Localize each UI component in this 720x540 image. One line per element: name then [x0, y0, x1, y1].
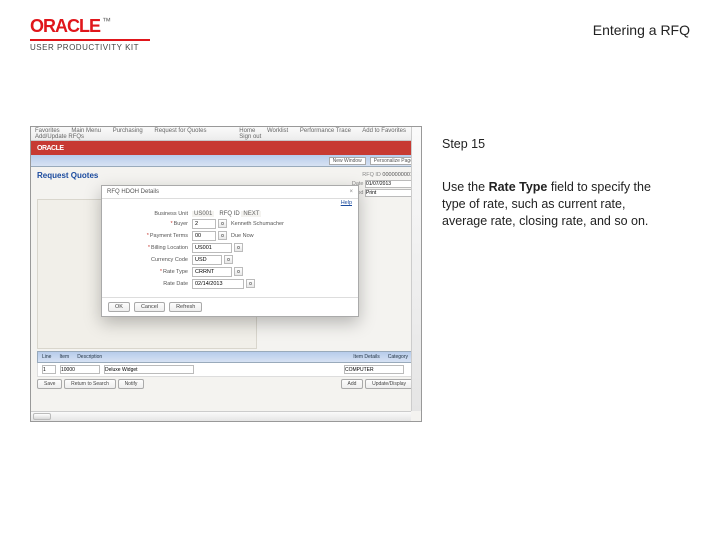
bu-label: Business Unit — [108, 211, 192, 217]
link-fav[interactable]: Add to Favorites — [362, 128, 406, 134]
pay-trail: Due Now — [231, 233, 254, 239]
grid-item-field[interactable] — [60, 365, 100, 374]
top-right-links: Home Worklist Performance Trace Add to F… — [239, 128, 417, 140]
bill-field[interactable] — [192, 243, 232, 253]
app-brand-word: ORACLE — [37, 145, 64, 152]
curr-lookup-icon[interactable] — [224, 255, 233, 264]
crumb-purchasing[interactable]: Purchasing — [113, 128, 143, 134]
ratedate-field[interactable] — [192, 279, 244, 289]
dialog-title: RFQ HDOH Details — [107, 189, 159, 195]
grid-desc-field[interactable] — [104, 365, 194, 374]
breadcrumb: Favorites Main Menu Purchasing Request f… — [35, 128, 239, 140]
app-brand-bar: ORACLE — [31, 141, 421, 155]
grid-cat-field[interactable] — [344, 365, 404, 374]
crumb-mainmenu[interactable]: Main Menu — [71, 128, 101, 134]
step-label: Step 15 — [442, 136, 672, 153]
grid-col-line: Line — [38, 354, 55, 360]
dialog-footer: OK Cancel Refresh — [102, 297, 358, 316]
help-link[interactable]: Help — [341, 200, 352, 206]
rfqid-label: RFQ ID — [219, 211, 239, 217]
crumb-favorites[interactable]: Favorites — [35, 128, 60, 134]
buyer-label: Buyer — [174, 221, 188, 227]
buyer-field[interactable] — [192, 219, 216, 229]
scroll-thumb[interactable] — [33, 413, 51, 420]
save-button[interactable]: Save — [37, 379, 62, 389]
logo-subtitle: USER PRODUCTIVITY KIT — [30, 39, 150, 52]
rfqid-value: NEXT — [241, 211, 261, 217]
grid-col-item: Item — [55, 354, 73, 360]
link-worklist[interactable]: Worklist — [267, 128, 288, 134]
instruction-panel: Step 15 Use the Rate Type field to speci… — [442, 136, 672, 230]
instruction-bold: Rate Type — [489, 180, 548, 194]
dialog-header: RFQ HDOH Details × — [102, 186, 358, 199]
info-rfqid-label: RFQ ID — [362, 172, 381, 178]
grid-col-desc: Description — [73, 354, 106, 360]
new-window-button[interactable]: New Window — [329, 157, 366, 165]
pay-field[interactable] — [192, 231, 216, 241]
link-perf[interactable]: Performance Trace — [300, 128, 351, 134]
instruction-pre: Use the — [442, 180, 489, 194]
grid-col-more: Item Details — [349, 354, 383, 360]
curr-label: Currency Code — [108, 257, 192, 263]
update-button[interactable]: Update/Display — [365, 379, 413, 389]
bill-lookup-icon[interactable] — [234, 243, 243, 252]
rate-lookup-icon[interactable] — [234, 267, 243, 276]
add-button[interactable]: Add — [341, 379, 364, 389]
app-subnav: New Window Personalize Page — [31, 155, 421, 167]
info-date-field[interactable] — [365, 180, 413, 188]
pay-lookup-icon[interactable] — [218, 231, 227, 240]
buyer-lookup-icon[interactable] — [218, 219, 227, 228]
refresh-button[interactable]: Refresh — [169, 302, 202, 312]
instruction-text: Use the Rate Type field to specify the t… — [442, 179, 672, 230]
ratedate-label: Rate Date — [108, 281, 192, 287]
grid-header: Line Item Description Item Details Categ… — [37, 351, 413, 363]
slide-header: ORACLE™ USER PRODUCTIVITY KIT Entering a… — [30, 16, 690, 64]
logo-tm: ™ — [102, 16, 111, 26]
notify-button[interactable]: Notify — [118, 379, 145, 389]
personalize-button[interactable]: Personalize Page — [370, 157, 417, 165]
calendar-icon[interactable] — [246, 279, 255, 288]
link-home[interactable]: Home — [239, 128, 255, 134]
rate-type-field[interactable] — [192, 267, 232, 277]
vertical-scrollbar[interactable] — [411, 127, 421, 411]
bu-value: US001 — [192, 211, 214, 217]
page-footer-row: Save Return to Search Notify Add Update/… — [37, 381, 413, 387]
rate-label: Rate Type — [163, 269, 188, 275]
buyer-name: Kenneth Schumacher — [231, 221, 284, 227]
app-screenshot: Favorites Main Menu Purchasing Request f… — [30, 126, 422, 422]
app-breadcrumb-bar: Favorites Main Menu Purchasing Request f… — [31, 127, 421, 141]
info-rfqid-value: 0000000001 — [382, 172, 413, 178]
return-button[interactable]: Return to Search — [64, 379, 116, 389]
pay-label: Payment Terms — [150, 233, 188, 239]
oracle-logo: ORACLE™ USER PRODUCTIVITY KIT — [30, 16, 150, 52]
logo-word: ORACLE — [30, 16, 100, 36]
cancel-button[interactable]: Cancel — [134, 302, 165, 312]
bill-label: Billing Location — [151, 245, 188, 251]
link-signout[interactable]: Sign out — [239, 134, 261, 140]
horizontal-scrollbar[interactable] — [31, 411, 411, 421]
grid-line-field[interactable] — [42, 365, 56, 374]
grid-col-cat: Category — [384, 354, 412, 360]
ok-button[interactable]: OK — [108, 302, 130, 312]
info-dispatch-field[interactable] — [365, 189, 413, 197]
dialog-body: Business UnitUS001 RFQ ID NEXT *BuyerKen… — [102, 207, 358, 297]
close-icon[interactable]: × — [349, 189, 353, 195]
curr-field[interactable] — [192, 255, 222, 265]
slide-title: Entering a RFQ — [593, 22, 690, 38]
slide: ORACLE™ USER PRODUCTIVITY KIT Entering a… — [0, 0, 720, 540]
grid-row — [37, 363, 413, 377]
rfq-details-dialog: RFQ HDOH Details × Help Business UnitUS0… — [101, 185, 359, 317]
crumb-addupdate[interactable]: Add/Update RFQs — [35, 134, 84, 140]
dialog-help-row: Help — [102, 199, 358, 207]
crumb-rfq[interactable]: Request for Quotes — [154, 128, 206, 134]
